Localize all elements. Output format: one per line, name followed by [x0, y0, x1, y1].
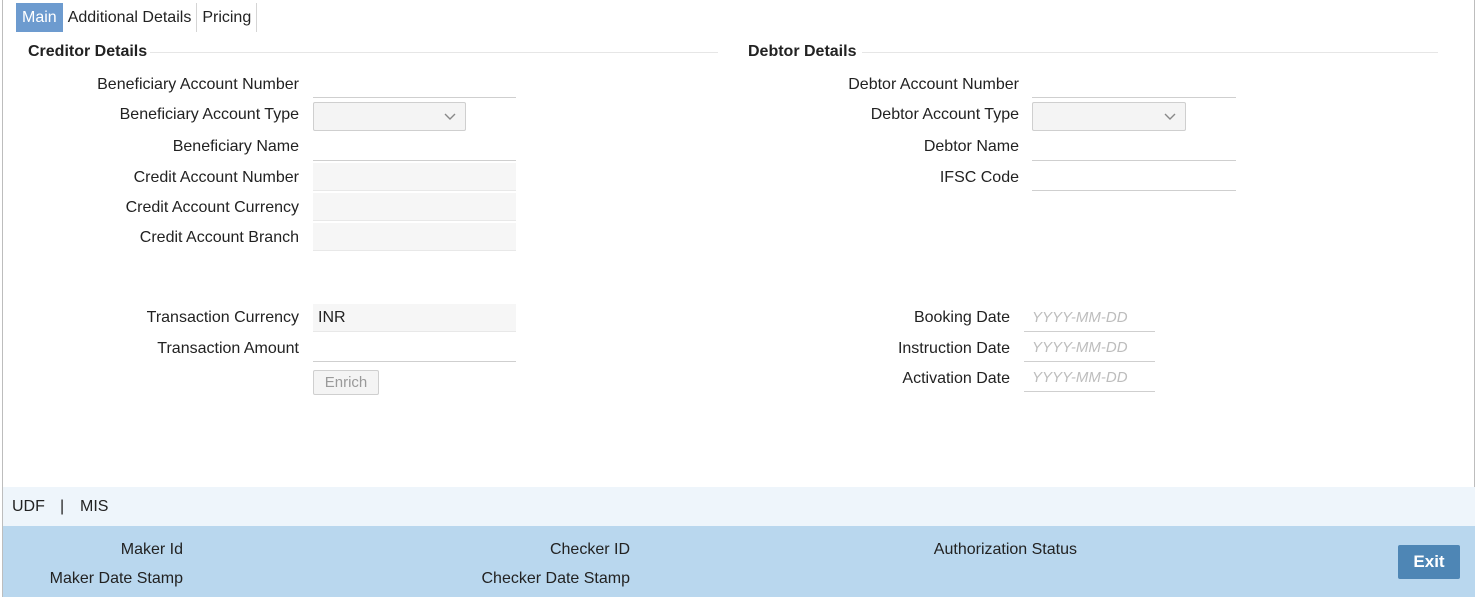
chevron-down-icon	[1164, 113, 1176, 120]
enrich-button[interactable]: Enrich	[313, 370, 379, 395]
checker-date-stamp-label: Checker Date Stamp	[481, 570, 630, 587]
beneficiary-name-label: Beneficiary Name	[172, 138, 299, 155]
mis-link[interactable]: MIS	[80, 487, 108, 526]
beneficiary-account-type-label: Beneficiary Account Type	[119, 106, 299, 123]
ifsc-code-label: IFSC Code	[939, 169, 1019, 186]
beneficiary-account-type-select[interactable]	[313, 102, 466, 131]
debtor-name-input[interactable]	[1032, 133, 1236, 161]
debtor-name-label: Debtor Name	[923, 138, 1019, 155]
debtor-account-number-input[interactable]	[1032, 70, 1236, 98]
credit-account-branch-label: Credit Account Branch	[139, 229, 299, 246]
activation-date-label: Activation Date	[902, 370, 1010, 387]
maker-date-stamp-label: Maker Date Stamp	[49, 570, 183, 587]
booking-date-label: Booking Date	[913, 309, 1010, 326]
udf-link[interactable]: UDF	[12, 487, 45, 526]
udf-mis-bar: UDF | MIS	[3, 487, 1475, 526]
credit-account-branch-field	[313, 223, 516, 251]
beneficiary-name-input[interactable]	[313, 133, 516, 161]
chevron-down-icon	[444, 113, 456, 120]
debtor-account-type-label: Debtor Account Type	[870, 106, 1019, 123]
debtor-section-rule	[862, 52, 1438, 53]
checker-id-label: Checker ID	[549, 541, 630, 558]
exit-button[interactable]: Exit	[1398, 545, 1460, 579]
audit-footer: Maker Id Maker Date Stamp Checker ID Che…	[3, 526, 1475, 597]
maker-id-label: Maker Id	[120, 541, 183, 558]
credit-account-number-label: Credit Account Number	[133, 169, 299, 186]
transaction-currency-field: INR	[313, 304, 516, 332]
credit-account-number-field	[313, 163, 516, 191]
ifsc-code-input[interactable]	[1032, 163, 1236, 191]
beneficiary-account-number-input[interactable]	[313, 70, 516, 98]
debtor-details-title: Debtor Details	[748, 43, 857, 60]
booking-date-input[interactable]: YYYY-MM-DD	[1024, 304, 1155, 332]
authorization-status-label: Authorization Status	[933, 541, 1077, 558]
transaction-amount-label: Transaction Amount	[157, 340, 299, 357]
activation-date-input[interactable]: YYYY-MM-DD	[1024, 364, 1155, 392]
link-separator: |	[60, 498, 65, 515]
tab-additional-details[interactable]: Additional Details	[63, 3, 198, 32]
instruction-date-label: Instruction Date	[897, 340, 1010, 357]
debtor-account-type-select[interactable]	[1032, 102, 1186, 131]
creditor-details-title: Creditor Details	[28, 43, 148, 60]
transaction-currency-label: Transaction Currency	[146, 309, 299, 326]
beneficiary-account-number-label: Beneficiary Account Number	[97, 76, 299, 93]
instruction-date-input[interactable]: YYYY-MM-DD	[1024, 334, 1155, 362]
creditor-section-rule	[150, 52, 718, 53]
tab-main[interactable]: Main	[16, 3, 63, 32]
tab-pricing[interactable]: Pricing	[197, 3, 258, 32]
credit-account-currency-field	[313, 193, 516, 221]
credit-account-currency-label: Credit Account Currency	[125, 199, 299, 216]
transaction-amount-input[interactable]	[313, 334, 516, 362]
tab-bar: Main Additional Details Pricing	[16, 3, 258, 33]
debtor-account-number-label: Debtor Account Number	[848, 76, 1019, 93]
